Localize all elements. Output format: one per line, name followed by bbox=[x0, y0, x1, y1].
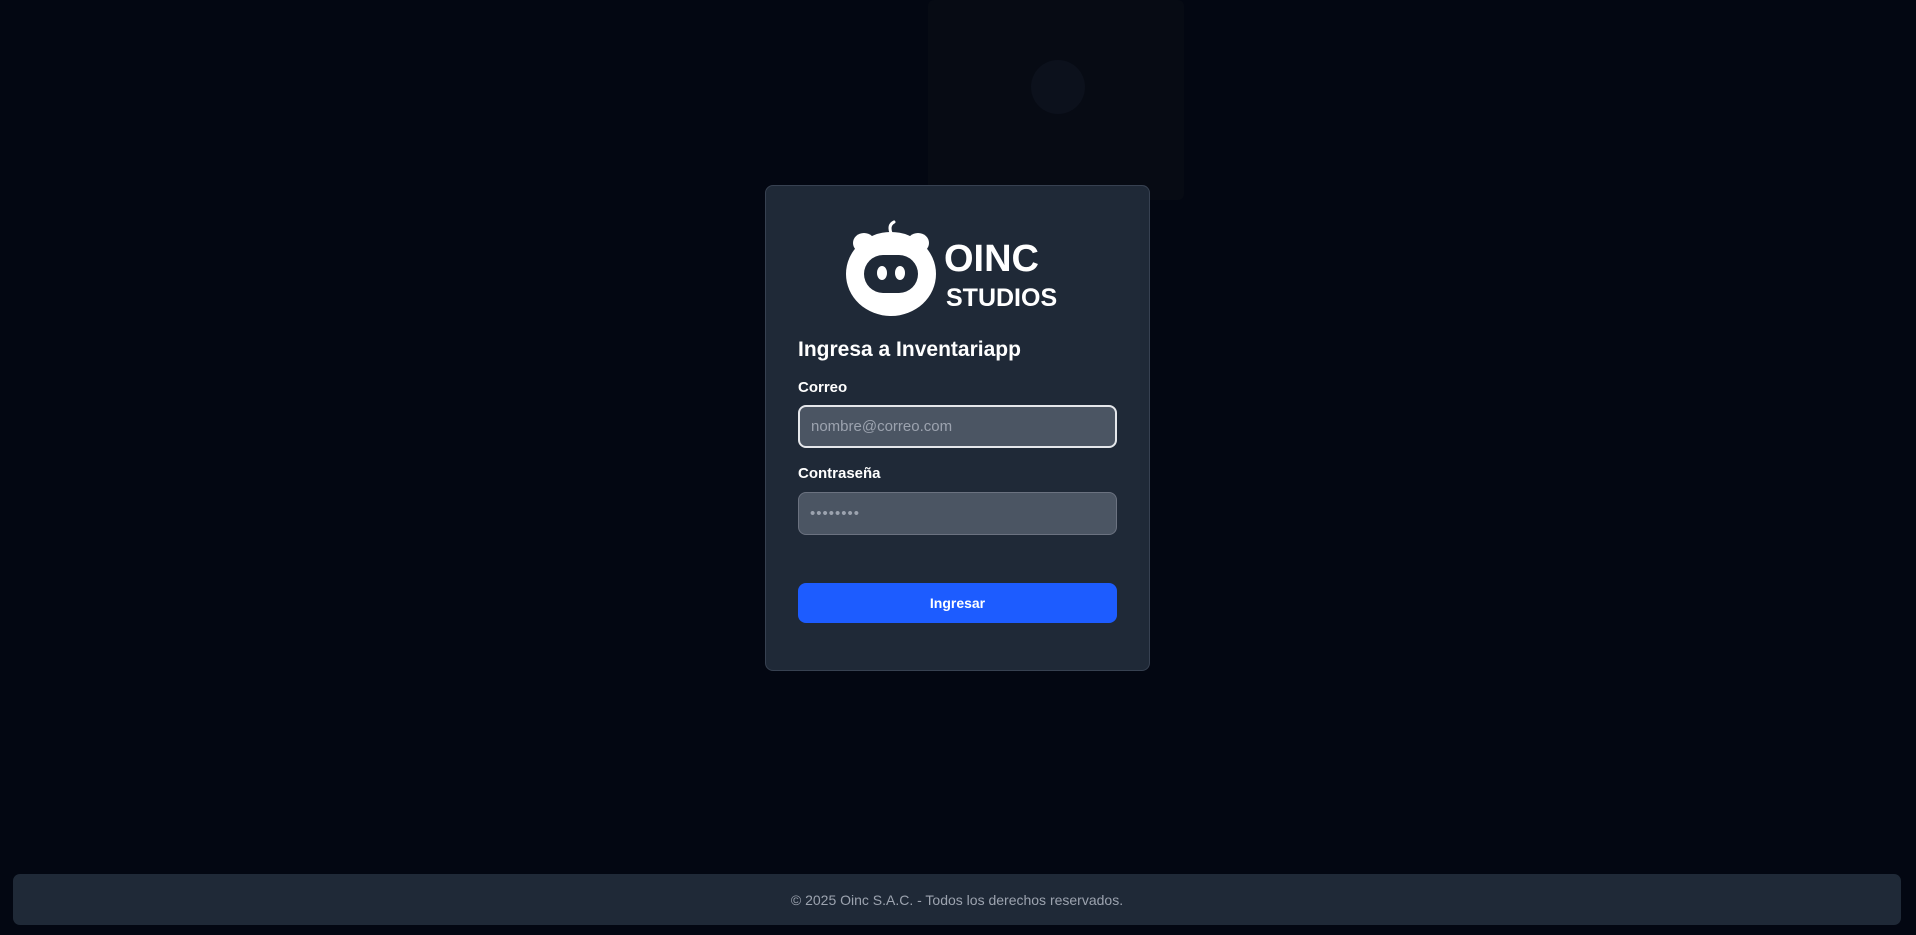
login-card: OINC STUDIOS Ingresa a Inventariapp Corr… bbox=[765, 185, 1150, 671]
background-card bbox=[928, 0, 1184, 200]
page: OINC STUDIOS Ingresa a Inventariapp Corr… bbox=[0, 0, 1916, 935]
email-input[interactable] bbox=[798, 405, 1117, 448]
pig-face-icon: OINC STUDIOS bbox=[846, 220, 1057, 316]
svg-text:OINC: OINC bbox=[944, 238, 1039, 280]
email-label: Correo bbox=[798, 379, 848, 396]
login-submit-button[interactable]: Ingresar bbox=[798, 583, 1117, 623]
password-label: Contraseña bbox=[798, 465, 881, 482]
footer-copyright: © 2025 Oinc S.A.C. - Todos los derechos … bbox=[790, 891, 1124, 908]
oinc-studios-logo: OINC STUDIOS bbox=[844, 219, 1074, 317]
svg-text:STUDIOS: STUDIOS bbox=[946, 284, 1057, 312]
footer: © 2025 Oinc S.A.C. - Todos los derechos … bbox=[13, 874, 1901, 925]
password-input[interactable] bbox=[798, 492, 1117, 535]
background-globe-icon bbox=[1031, 60, 1085, 114]
login-title: Ingresa a Inventariapp bbox=[798, 338, 1021, 361]
